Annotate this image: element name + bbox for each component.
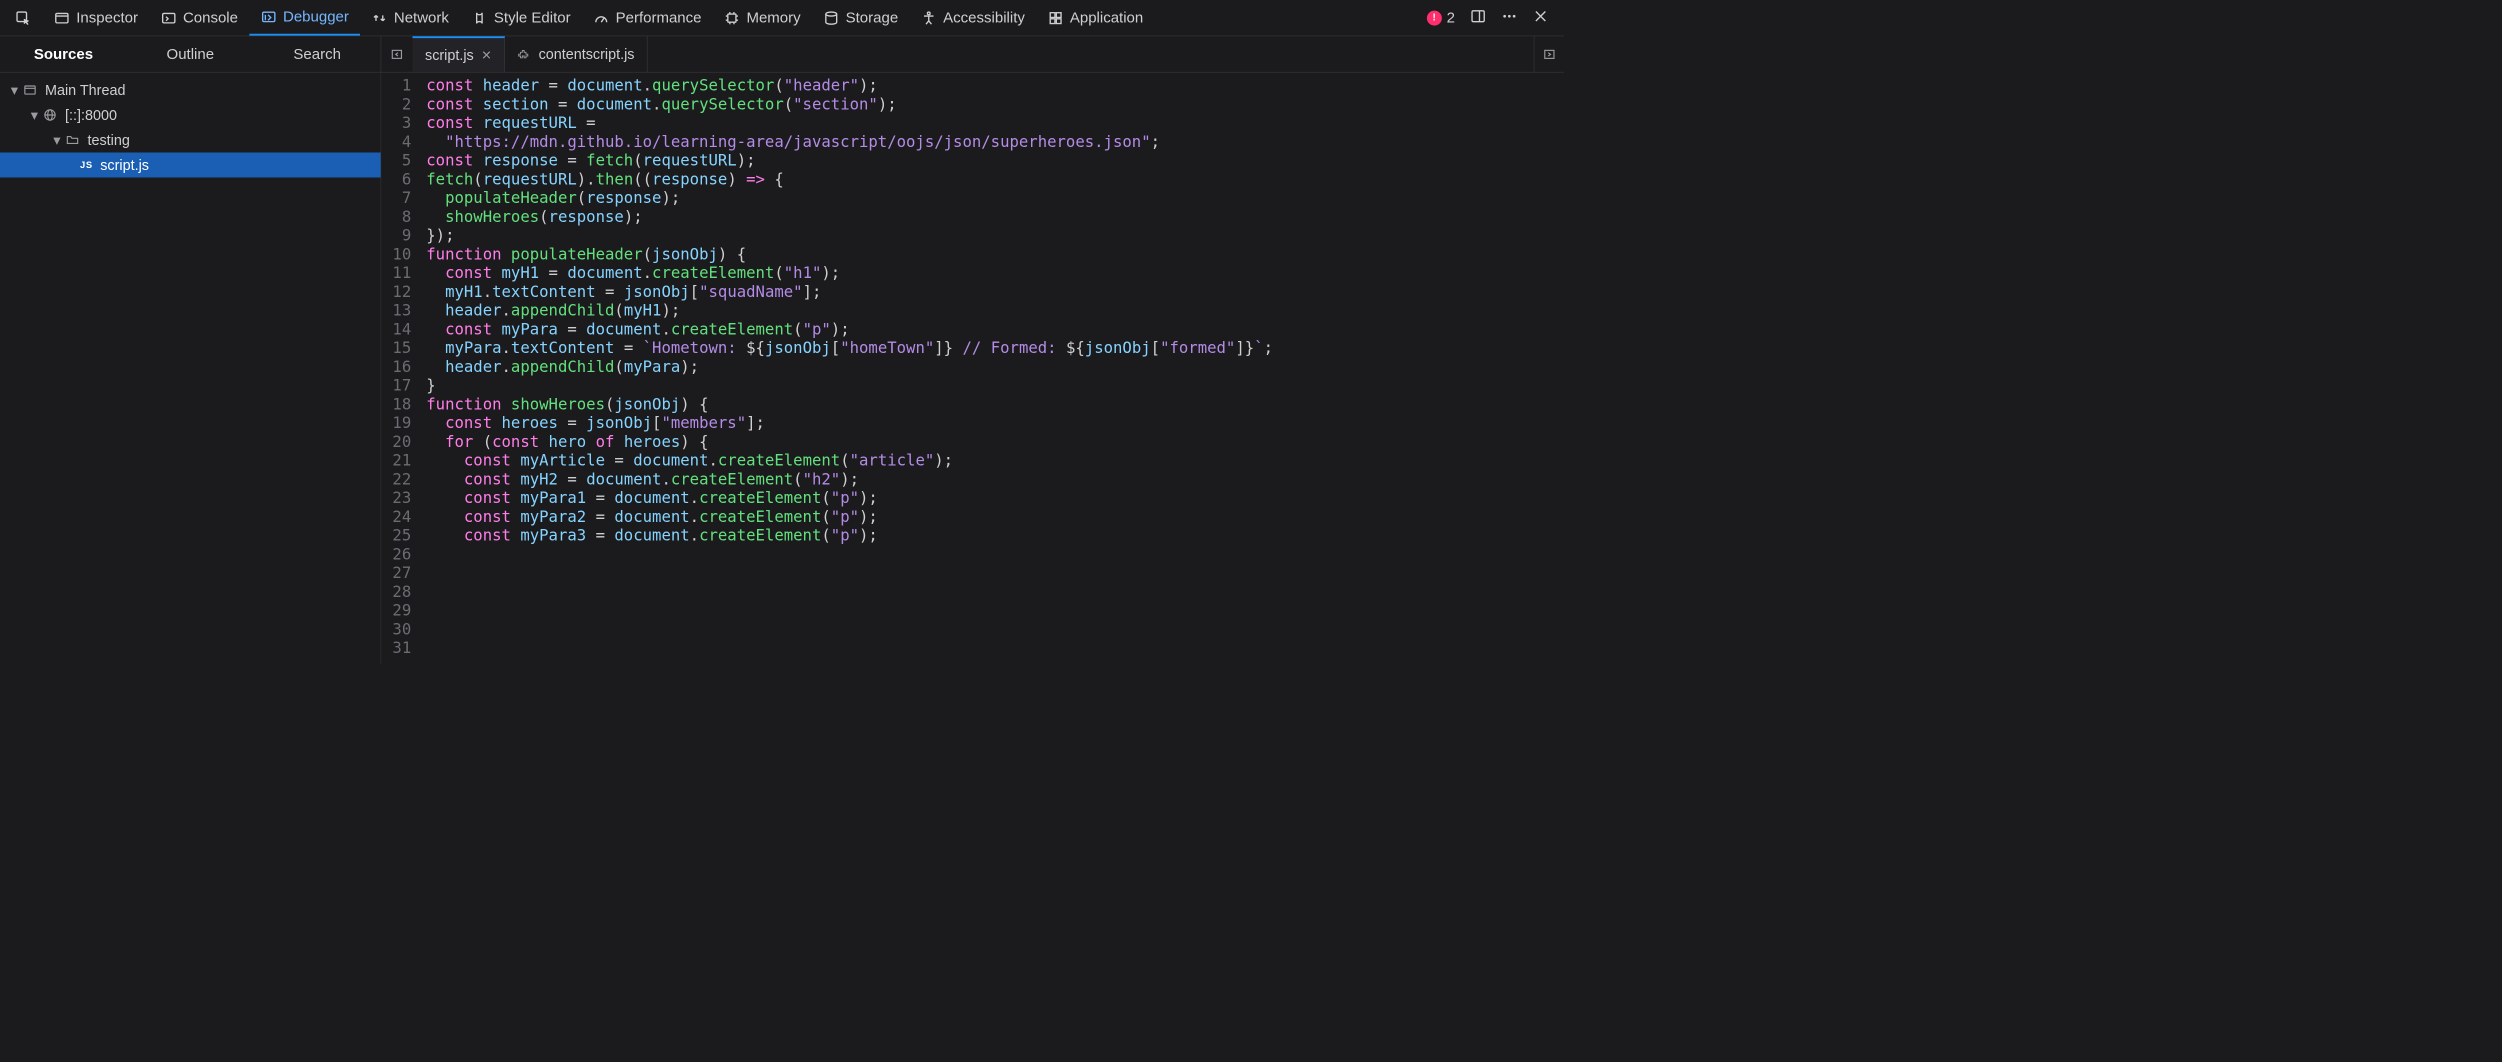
window-icon [21, 83, 39, 97]
globe-icon [41, 108, 59, 122]
host-row[interactable]: ▾ [::]:8000 [0, 103, 381, 128]
source-tab-strip: SourcesOutlineSearch [0, 36, 381, 72]
close-devtools-icon[interactable] [1533, 8, 1549, 27]
tool-performance[interactable]: Performance [582, 0, 713, 36]
source-tab-sources[interactable]: Sources [0, 36, 127, 72]
file-tab-script-js[interactable]: script.js✕ [413, 36, 505, 72]
dock-side-icon[interactable] [1470, 8, 1486, 27]
folder-label: testing [88, 132, 130, 149]
tool-debugger[interactable]: Debugger [249, 0, 360, 36]
caret-down-icon: ▾ [28, 107, 42, 124]
tool-network[interactable]: Network [360, 0, 460, 36]
pick-element-button[interactable] [4, 0, 43, 36]
code-area[interactable]: const header = document.querySelector("h… [420, 73, 1564, 664]
file-tab-contentscript-js[interactable]: contentscript.js [505, 36, 648, 72]
tab-history-back-icon[interactable] [381, 47, 412, 61]
tool-style-editor[interactable]: Style Editor [460, 0, 582, 36]
code-editor[interactable]: 1234567891011121314151617181920212223242… [381, 73, 1564, 664]
error-dot-icon: ! [1427, 10, 1442, 25]
extension-icon [517, 47, 531, 61]
caret-down-icon: ▾ [8, 82, 22, 99]
error-count: 2 [1447, 9, 1455, 27]
file-tab-strip: script.js✕contentscript.js [381, 36, 1564, 72]
toggle-right-sidebar-icon[interactable] [1534, 36, 1564, 72]
tool-memory[interactable]: Memory [713, 0, 812, 36]
thread-label: Main Thread [45, 82, 125, 99]
tool-console[interactable]: Console [149, 0, 249, 36]
caret-down-icon: ▾ [50, 132, 64, 149]
error-badge[interactable]: ! 2 [1427, 9, 1455, 27]
host-label: [::]:8000 [65, 107, 117, 124]
line-gutter[interactable]: 1234567891011121314151617181920212223242… [381, 73, 420, 664]
folder-icon [64, 133, 82, 147]
devtools-toolbar: InspectorConsoleDebuggerNetworkStyle Edi… [0, 0, 1564, 36]
thread-row[interactable]: ▾ Main Thread [0, 78, 381, 103]
close-tab-icon[interactable]: ✕ [481, 47, 491, 63]
source-tree: ▾ Main Thread ▾ [::]:8000 ▾ testing JS s… [0, 73, 381, 664]
file-label: script.js [100, 157, 149, 174]
meatball-menu-icon[interactable] [1501, 8, 1517, 27]
tool-storage[interactable]: Storage [812, 0, 910, 36]
debugger-subbar: SourcesOutlineSearch script.js✕contentsc… [0, 36, 1564, 72]
tool-accessibility[interactable]: Accessibility [909, 0, 1036, 36]
debugger-main: ▾ Main Thread ▾ [::]:8000 ▾ testing JS s… [0, 73, 1564, 664]
tool-application[interactable]: Application [1036, 0, 1154, 36]
js-badge: JS [80, 160, 93, 171]
tool-inspector[interactable]: Inspector [43, 0, 150, 36]
folder-row[interactable]: ▾ testing [0, 128, 381, 153]
file-row[interactable]: JS script.js [0, 153, 381, 178]
source-tab-search[interactable]: Search [254, 36, 381, 72]
source-tab-outline[interactable]: Outline [127, 36, 254, 72]
